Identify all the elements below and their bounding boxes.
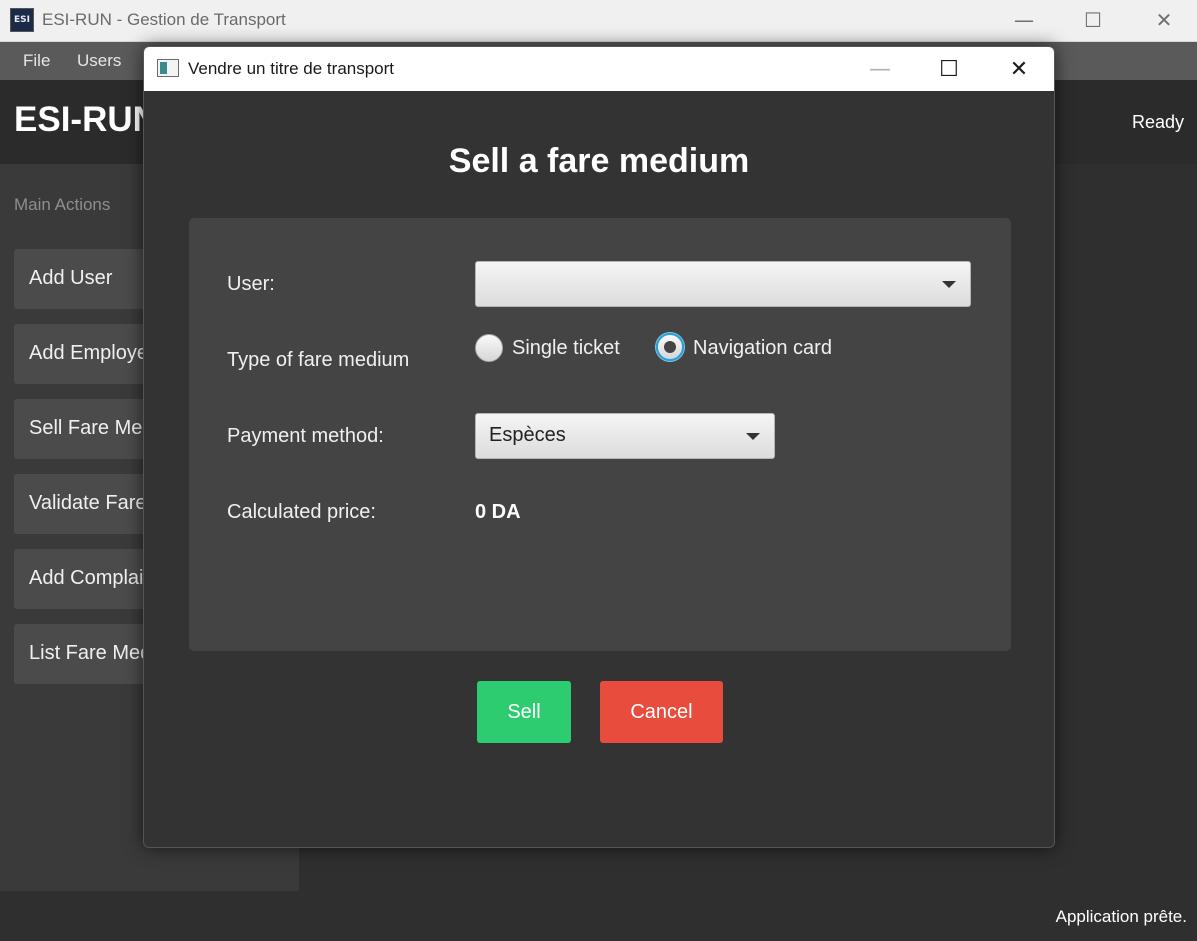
sidebar-heading: Main Actions bbox=[14, 195, 111, 214]
brand-title: ESI-RUN bbox=[14, 100, 158, 139]
calculated-price-label: Calculated price: bbox=[227, 501, 376, 523]
single-ticket-radio[interactable] bbox=[475, 334, 503, 362]
chevron-down-icon bbox=[746, 433, 760, 440]
dialog-close-button[interactable]: ✕ bbox=[996, 55, 1042, 83]
dialog-titlebar: Vendre un titre de transport — ☐ ✕ bbox=[144, 47, 1054, 91]
main-titlebar: ESI ESI-RUN - Gestion de Transport — ☐ ✕ bbox=[0, 0, 1197, 42]
window-title: ESI-RUN - Gestion de Transport bbox=[42, 10, 286, 29]
ready-label: Ready bbox=[1131, 112, 1184, 132]
fare-type-label: Type of fare medium bbox=[227, 349, 410, 371]
dialog-maximize-button[interactable]: ☐ bbox=[926, 55, 972, 83]
sell-button[interactable]: Sell bbox=[477, 681, 571, 743]
navigation-card-radio[interactable] bbox=[656, 333, 684, 361]
chevron-down-icon bbox=[942, 281, 956, 288]
radio-selected-dot bbox=[664, 341, 676, 353]
close-button[interactable]: ✕ bbox=[1141, 6, 1187, 34]
navigation-card-label[interactable]: Navigation card bbox=[693, 337, 832, 360]
calculated-price-value: 0 DA bbox=[475, 501, 521, 523]
minimize-button[interactable]: — bbox=[1001, 6, 1047, 34]
payment-method-combobox[interactable]: Espèces bbox=[475, 413, 775, 459]
user-combobox[interactable] bbox=[475, 261, 971, 307]
single-ticket-label[interactable]: Single ticket bbox=[512, 337, 620, 360]
cancel-button[interactable]: Cancel bbox=[600, 681, 723, 743]
sell-fare-medium-dialog: Vendre un titre de transport — ☐ ✕ Sell … bbox=[143, 46, 1055, 848]
dialog-minimize-button[interactable]: — bbox=[857, 55, 903, 83]
status-text: Application prête. bbox=[1055, 907, 1187, 926]
app-logo-icon: ESI bbox=[10, 8, 34, 32]
dialog-title: Vendre un titre de transport bbox=[188, 59, 395, 78]
dialog-heading: Sell a fare medium bbox=[448, 142, 750, 180]
dialog-window-icon bbox=[157, 59, 179, 77]
payment-method-label: Payment method: bbox=[227, 425, 384, 447]
maximize-button[interactable]: ☐ bbox=[1070, 6, 1116, 34]
payment-method-value: Espèces bbox=[489, 424, 566, 446]
user-label: User: bbox=[227, 273, 275, 295]
menu-file[interactable]: File bbox=[23, 51, 50, 71]
menu-users[interactable]: Users bbox=[77, 51, 121, 71]
